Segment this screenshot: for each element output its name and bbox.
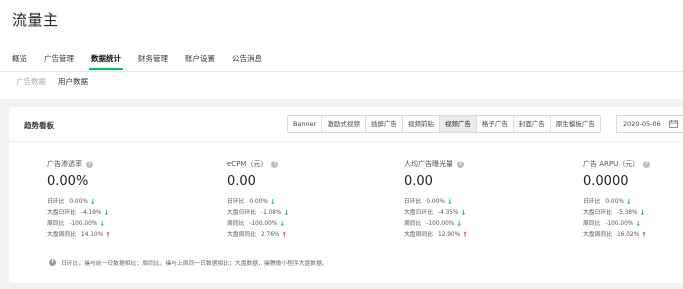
metric-card-ecpm: eCPM（元） ? 0.00 日环比 0.00% ↓ 大盘日环比 -1.08% ↓ 周同…: [227, 159, 397, 241]
tab-ad-management[interactable]: 广告管理: [44, 50, 74, 68]
arrow-up-icon: ↑: [641, 231, 647, 239]
metric-name: eCPM（元）: [227, 160, 268, 168]
metric-row: 大盘日环比 -1.08% ↓: [227, 209, 290, 217]
metric-row: 日环比 0.00% ↓: [583, 198, 632, 206]
question-circle-icon[interactable]: ?: [457, 160, 464, 168]
metric-row: 大盘日环比 -5.38% ↓: [583, 209, 646, 217]
footnote: i 日环比，操与前一日数据相比；周同比，操与上周同一日数据相比；大盘数据，操腾微…: [49, 258, 328, 267]
tab-data-statistics[interactable]: 数据统计: [89, 50, 123, 70]
arrow-down-icon: ↓: [446, 198, 453, 206]
metric-row: 大盘周同比 2.76% ↑: [227, 231, 288, 239]
arrow-up-icon: ↑: [281, 231, 288, 239]
tab-announcements[interactable]: 公告消息: [232, 50, 262, 68]
filter-video-ad[interactable]: 视频广告: [439, 116, 477, 132]
date-picker[interactable]: 2020-05-06: [616, 115, 683, 133]
arrow-down-icon: ↓: [99, 220, 106, 228]
metric-card-ad-exposure-per-user: 人均广告曝光量 ? 0.00 日环比 0.00% ↓ 大盘日环比 -4.35% ↓ 周同…: [404, 159, 574, 241]
metric-name: 人均广告曝光量: [404, 160, 453, 168]
ad-type-filter: Banner 激励式视频 插屏广告 视频前贴 视频广告 格子广告 封面广告 原生…: [287, 115, 601, 133]
metric-row: 周同比 -100.00% ↓: [583, 220, 642, 228]
panel-title: 趋势看板: [24, 121, 54, 130]
date-value: 2020-05-06: [623, 120, 661, 128]
main-nav: 概览 广告管理 数据统计 财务管理 账户设置 公告消息: [12, 50, 279, 70]
arrow-down-icon: ↓: [635, 220, 642, 228]
filter-video-preroll[interactable]: 视频前贴: [402, 116, 440, 132]
arrow-down-icon: ↓: [625, 198, 632, 206]
info-circle-icon: i: [49, 259, 56, 266]
arrow-down-icon: ↓: [639, 209, 646, 217]
metric-name: 广告 ARPU（元）: [583, 160, 640, 168]
arrow-up-icon: ↑: [462, 231, 468, 239]
metric-row: 大盘日环比 -4.19% ↓: [47, 209, 110, 217]
metric-value: 0.00: [227, 174, 256, 189]
tab-overview[interactable]: 概览: [12, 50, 27, 68]
metric-value: 0.00: [404, 174, 433, 189]
arrow-down-icon: ↓: [279, 220, 286, 228]
filter-rewarded-video[interactable]: 激励式视频: [322, 116, 366, 132]
arrow-down-icon: ↓: [456, 220, 463, 228]
metric-row: 大盘周同比 16.02% ↑: [583, 231, 647, 239]
metric-row: 日环比 0.00% ↓: [47, 198, 96, 206]
sub-nav: 广告数据 用户数据: [16, 76, 100, 87]
app-title: 流量主: [12, 11, 59, 29]
filter-banner[interactable]: Banner: [288, 116, 323, 132]
calendar-icon: [669, 120, 678, 128]
metric-row: 日环比 0.00% ↓: [227, 198, 276, 206]
subtab-ad-data[interactable]: 广告数据: [16, 76, 46, 87]
question-circle-icon[interactable]: ?: [86, 160, 93, 168]
arrow-up-icon: ↑: [105, 231, 111, 239]
arrow-down-icon: ↓: [89, 198, 96, 206]
metric-value: 0.00%: [47, 174, 89, 189]
arrow-down-icon: ↓: [283, 209, 290, 217]
metric-row: 周同比 -100.00% ↓: [404, 220, 463, 228]
top-header: 流量主 概览 广告管理 数据统计 财务管理 账户设置 公告消息 广告数据 用户数…: [0, 0, 683, 99]
filter-interstitial[interactable]: 插屏广告: [365, 116, 403, 132]
metric-row: 大盘日环比 -4.35% ↓: [404, 209, 467, 217]
footnote-text: 日环比，操与前一日数据相比；周同比，操与上周同一日数据相比；大盘数据，操腾微小程…: [61, 261, 328, 267]
metric-row: 周同比 -100.00% ↓: [47, 220, 106, 228]
arrow-down-icon: ↓: [269, 198, 276, 206]
metric-card-ad-arpu: 广告 ARPU（元） ? 0.0000 日环比 0.00% ↓ 大盘日环比 -5.38…: [583, 159, 683, 241]
metric-row: 日环比 0.00% ↓: [404, 198, 453, 206]
metric-value: 0.0000: [583, 174, 629, 189]
metric-row: 大盘周同比 14.10% ↑: [47, 231, 111, 239]
question-circle-icon[interactable]: ?: [271, 160, 279, 168]
trend-dashboard-panel: 趋势看板 Banner 激励式视频 插屏广告 视频前贴 视频广告 格子广告 封面…: [9, 107, 683, 283]
question-circle-icon[interactable]: ?: [643, 160, 651, 168]
panel-divider: [9, 141, 683, 142]
filter-grid-ad[interactable]: 格子广告: [476, 116, 514, 132]
arrow-down-icon: ↓: [460, 209, 467, 217]
metric-row: 周同比 -100.00% ↓: [227, 220, 286, 228]
metric-name: 广告渗透率: [47, 160, 82, 168]
metric-row: 大盘周同比 12.90% ↑: [404, 231, 468, 239]
metric-card-ad-penetration: 广告渗透率 ? 0.00% 日环比 0.00% ↓ 大盘日环比 -4.19% ↓ 周同比…: [47, 159, 217, 241]
arrow-down-icon: ↓: [103, 209, 110, 217]
tab-finance[interactable]: 财务管理: [138, 50, 168, 68]
subtab-user-data[interactable]: 用户数据: [58, 76, 88, 87]
nav-divider: [0, 71, 683, 72]
filter-cover-ad[interactable]: 封面广告: [513, 116, 551, 132]
filter-native-template[interactable]: 原生模板广告: [550, 116, 600, 132]
tab-account-settings[interactable]: 账户设置: [185, 50, 215, 68]
